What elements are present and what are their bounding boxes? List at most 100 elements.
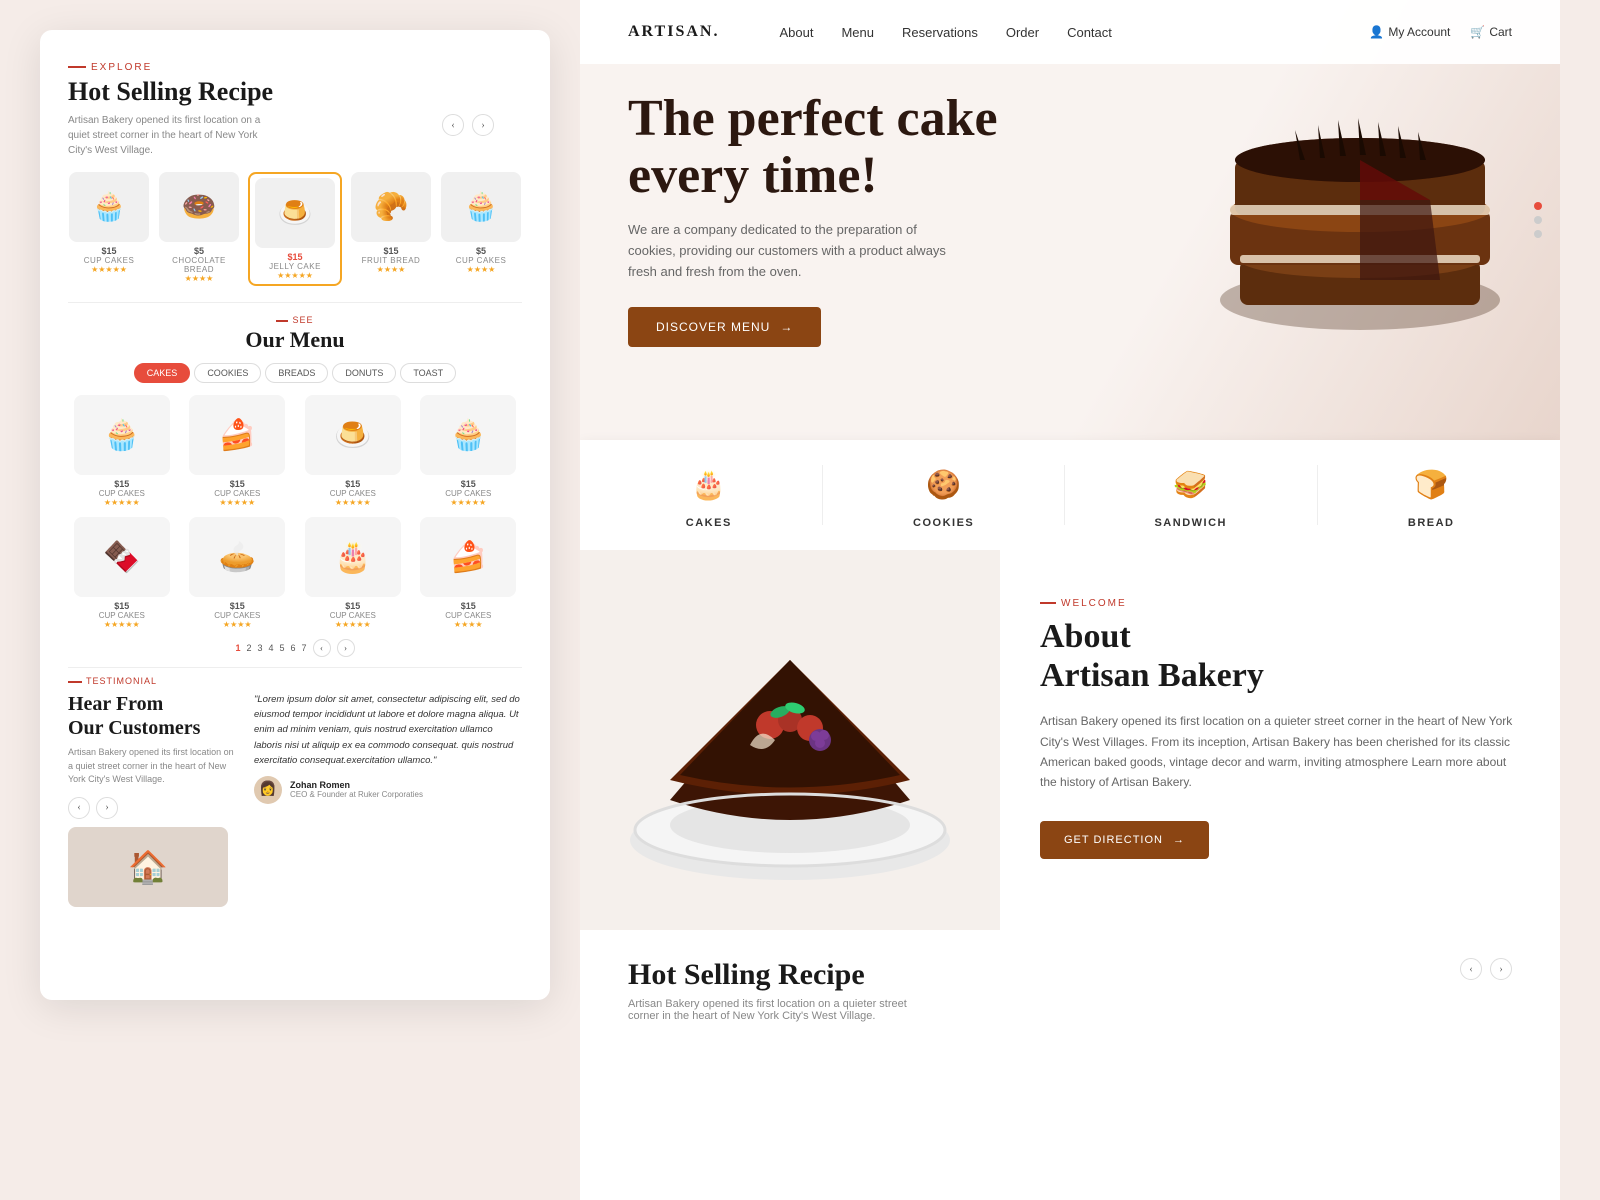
testimonial-next-arrow[interactable]: › [96, 797, 118, 819]
menu-price-7: $15 [415, 601, 523, 611]
menu-stars-6: ★★★★★ [299, 620, 407, 629]
filter-tab-breads[interactable]: BREADS [265, 363, 328, 383]
nav-contact[interactable]: Contact [1067, 25, 1112, 40]
nav-about[interactable]: About [779, 25, 813, 40]
page-prev-arrow[interactable]: ‹ [313, 639, 331, 657]
menu-card-4[interactable]: 🍫 $15 CUP CAKES ★★★★★ [68, 517, 176, 629]
testimonial-prev-arrow[interactable]: ‹ [68, 797, 90, 819]
recipe-stars-0: ★★★★★ [68, 265, 150, 274]
reviewer-name: Zohan Romen [290, 780, 423, 790]
menu-img-1: 🍰 [189, 395, 285, 475]
cat-divider-3 [1317, 465, 1318, 525]
direction-arrow-icon: → [1173, 834, 1185, 846]
bottom-recipe-nav: ‹ › [1460, 958, 1512, 980]
recipe-card-1[interactable]: 🍩 $5 CHOCOLATE BREAD ★★★★ [158, 172, 240, 286]
page-6[interactable]: 6 [291, 643, 296, 653]
menu-img-5: 🥧 [189, 517, 285, 597]
recipe-card-2[interactable]: 🍮 $15 JELLY CAKE ★★★★★ [248, 172, 342, 286]
cake-svg [1210, 80, 1510, 360]
category-bread[interactable]: 🍞 BREAD [1407, 461, 1455, 529]
bottom-recipe-section: EXPLORE Hot Selling Recipe Artisan Baker… [580, 930, 1560, 1050]
recipe-name-1: CHOCOLATE BREAD [158, 256, 240, 274]
hero-description: We are a company dedicated to the prepar… [628, 220, 968, 282]
about-content: WELCOME About Artisan Bakery Artisan Bak… [1000, 550, 1560, 930]
about-description: Artisan Bakery opened its first location… [1040, 711, 1520, 793]
nav-cart[interactable]: 🛒 Cart [1470, 25, 1512, 39]
testimonial-heading: Hear FromOur Customers [68, 692, 238, 740]
menu-price-5: $15 [184, 601, 292, 611]
page-5[interactable]: 5 [280, 643, 285, 653]
category-cookies[interactable]: 🍪 COOKIES [913, 461, 974, 529]
page-3[interactable]: 3 [257, 643, 262, 653]
menu-stars-3: ★★★★★ [415, 498, 523, 507]
menu-img-0: 🧁 [74, 395, 170, 475]
dot-2[interactable] [1534, 216, 1542, 224]
recipe-stars-4: ★★★★ [440, 265, 522, 274]
reviewer-avatar: 👩 [254, 776, 282, 804]
testimonial-left: Hear FromOur Customers Artisan Bakery op… [68, 692, 238, 907]
menu-img-6: 🎂 [305, 517, 401, 597]
page-next-arrow[interactable]: › [337, 639, 355, 657]
category-sandwich[interactable]: 🥪 SANDWICH [1154, 461, 1227, 529]
menu-card-6[interactable]: 🎂 $15 CUP CAKES ★★★★★ [299, 517, 407, 629]
recipe-stars-3: ★★★★ [350, 265, 432, 274]
side-dots [1534, 202, 1542, 238]
recipe-stars-1: ★★★★ [158, 274, 240, 283]
menu-stars-1: ★★★★★ [184, 498, 292, 507]
testimonial-layout: Hear FromOur Customers Artisan Bakery op… [68, 692, 522, 907]
category-cakes[interactable]: 🎂 CAKES [685, 461, 733, 529]
bottom-recipe-description: Artisan Bakery opened its first location… [628, 998, 908, 1022]
menu-card-7[interactable]: 🍰 $15 CUP CAKES ★★★★ [415, 517, 523, 629]
recipe-next-arrow[interactable]: › [472, 114, 494, 136]
nav-reservations[interactable]: Reservations [902, 25, 978, 40]
nav-order[interactable]: Order [1006, 25, 1039, 40]
dot-1[interactable] [1534, 202, 1542, 210]
menu-card-2[interactable]: 🍮 $15 CUP CAKES ★★★★★ [299, 395, 407, 507]
about-title: About Artisan Bakery [1040, 617, 1520, 695]
recipe-prev-arrow[interactable]: ‹ [442, 114, 464, 136]
nav-menu[interactable]: Menu [841, 25, 874, 40]
menu-stars-2: ★★★★★ [299, 498, 407, 507]
page-2[interactable]: 2 [246, 643, 251, 653]
page-4[interactable]: 4 [268, 643, 273, 653]
filter-tab-cakes[interactable]: CAKES [134, 363, 191, 383]
page-1[interactable]: 1 [235, 643, 240, 653]
filter-tab-cookies[interactable]: COOKIES [194, 363, 261, 383]
reviewer: 👩 Zohan Romen CEO & Founder at Ruker Cor… [254, 776, 522, 804]
testimonial-right: "Lorem ipsum dolor sit amet, consectetur… [254, 692, 522, 907]
left-panel: EXPLORE Hot Selling Recipe Artisan Baker… [40, 30, 550, 1000]
recipe-nav-arrows: ‹ › [442, 114, 494, 136]
bottom-recipe-title: Hot Selling Recipe [628, 958, 1512, 992]
filter-tab-toast[interactable]: TOAST [400, 363, 456, 383]
recipe-img-4: 🧁 [441, 172, 521, 242]
sandwich-icon: 🥪 [1167, 461, 1215, 509]
menu-card-3[interactable]: 🧁 $15 CUP CAKES ★★★★★ [415, 395, 523, 507]
recipe-card-0[interactable]: 🧁 $15 CUP CAKES ★★★★★ [68, 172, 150, 286]
cart-icon: 🛒 [1470, 25, 1485, 39]
dot-3[interactable] [1534, 230, 1542, 238]
menu-name-7: CUP CAKES [415, 611, 523, 620]
bottom-prev-arrow[interactable]: ‹ [1460, 958, 1482, 980]
get-direction-button[interactable]: GET DIRECTION → [1040, 821, 1209, 859]
menu-stars-7: ★★★★ [415, 620, 523, 629]
cakes-icon: 🎂 [685, 461, 733, 509]
bread-label: BREAD [1408, 517, 1455, 529]
testimonial-nav-arrows: ‹ › [68, 797, 238, 819]
page-7[interactable]: 7 [302, 643, 307, 653]
nav-account[interactable]: 👤 My Account [1369, 25, 1450, 39]
bottom-next-arrow[interactable]: › [1490, 958, 1512, 980]
hero-content: The perfect cake every time! We are a co… [628, 90, 1088, 347]
menu-grid-row1: 🧁 $15 CUP CAKES ★★★★★ 🍰 $15 CUP CAKES ★★… [68, 395, 522, 507]
menu-card-5[interactable]: 🥧 $15 CUP CAKES ★★★★ [184, 517, 292, 629]
recipe-card-3[interactable]: 🥐 $15 FRUIT BREAD ★★★★ [350, 172, 432, 286]
welcome-label: WELCOME [1040, 598, 1520, 609]
menu-card-0[interactable]: 🧁 $15 CUP CAKES ★★★★★ [68, 395, 176, 507]
quote-text: "Lorem ipsum dolor sit amet, consectetur… [254, 692, 522, 768]
recipe-name-0: CUP CAKES [68, 256, 150, 265]
recipe-price-1: $5 [158, 246, 240, 256]
discover-menu-button[interactable]: DISCOVER MENU → [628, 307, 821, 347]
filter-tab-donuts[interactable]: DONUTS [332, 363, 396, 383]
recipe-card-4[interactable]: 🧁 $5 CUP CAKES ★★★★ [440, 172, 522, 286]
menu-card-1[interactable]: 🍰 $15 CUP CAKES ★★★★★ [184, 395, 292, 507]
menu-name-0: CUP CAKES [68, 489, 176, 498]
